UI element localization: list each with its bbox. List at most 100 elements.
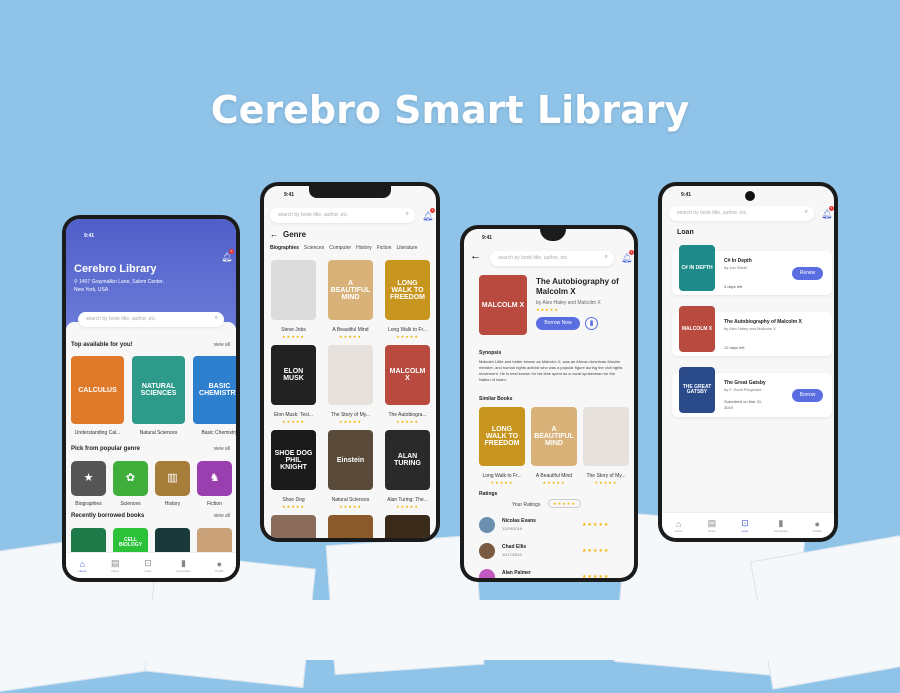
genre-label[interactable]: History <box>151 501 194 507</box>
book-cover: MALCOLM X <box>679 306 715 352</box>
book-title[interactable]: Steve Jobs <box>267 327 320 333</box>
search-input[interactable]: search by book title, author, etc. ⌕ <box>78 312 224 327</box>
view-all-link[interactable]: view all <box>214 446 230 452</box>
book-cover[interactable]: SHOE DOG PHIL KNIGHT <box>271 430 316 490</box>
phone-book-detail: 9:41 ← search by book title, author, etc… <box>460 225 638 582</box>
book-title[interactable]: Shoe Dog <box>267 497 320 503</box>
tab-literature[interactable]: Literature <box>396 245 417 251</box>
borrow-now-button[interactable]: Borrow Now <box>536 317 580 330</box>
book-title[interactable]: Alan Turing: The... <box>381 497 434 503</box>
book-title[interactable]: Elon Musk: Tesl... <box>267 412 320 418</box>
search-input[interactable]: search by book title, author, etc. ⌕ <box>490 251 614 266</box>
search-input[interactable]: search by book title, author, etc. ⌕ <box>669 206 814 221</box>
book-cover[interactable]: A BEAUTIFUL MIND <box>328 260 373 320</box>
book-title[interactable]: Natural Sciences <box>324 497 377 503</box>
borrow-button[interactable]: Borrow <box>792 389 823 402</box>
rating-stars: ★★★★★ <box>396 504 419 509</box>
notification-bell-icon[interactable]: 🔔︎ 1 <box>821 206 834 219</box>
tab-computer[interactable]: Computer <box>329 245 351 251</box>
nav-home[interactable]: ⌂ Home <box>675 519 683 533</box>
reviewer-name: Nicolas Evans <box>502 518 536 524</box>
book-cover[interactable]: MALCOLM X <box>385 345 430 405</box>
rating-stars: ★★★★★ <box>594 480 618 485</box>
status-time: 9:41 <box>84 233 95 239</box>
book-title[interactable]: The Story of My... <box>324 412 377 418</box>
book-title[interactable]: A Beautiful Mind <box>527 473 581 479</box>
tab-biographies[interactable]: Biographies <box>270 245 299 251</box>
book-cover[interactable] <box>271 515 316 538</box>
back-arrow-icon[interactable]: ← <box>270 230 278 239</box>
bookmark-icon[interactable]: ▮ <box>585 317 598 330</box>
book-title[interactable]: Basic Chemistry <box>189 430 236 436</box>
notification-bell-icon[interactable]: 🔔︎ 1 <box>422 208 435 221</box>
tab-sciences[interactable]: Sciences <box>304 245 324 251</box>
loan-card[interactable]: THE GREAT GATSBY The Great Gatsby by F. Sc… <box>672 367 832 417</box>
profile-icon: ● <box>814 518 820 529</box>
book-cover[interactable]: Einstein <box>328 430 373 490</box>
your-ratings-stars[interactable]: ★★★★★ <box>548 499 581 508</box>
book-cover[interactable]: LEONARDO <box>385 515 430 538</box>
book-title[interactable]: The Autobiogra... <box>381 412 434 418</box>
book-cover[interactable]: A BEAUTIFUL MIND <box>531 407 577 466</box>
notch <box>540 229 566 241</box>
book-title[interactable]: Natural Sciences <box>128 430 189 436</box>
search-input[interactable]: search by book title, author, etc. ⌕ <box>270 208 415 223</box>
loan-card[interactable]: C# IN DEPTH C# In Depth by Jon Skeet 3 days… <box>672 245 832 295</box>
book-title[interactable]: A Beautiful Mind <box>324 327 377 333</box>
book-cover[interactable]: LONG WALK TO FREEDOM <box>385 260 430 320</box>
tab-fiction[interactable]: Fiction <box>377 245 392 251</box>
nav-news[interactable]: ▤ News <box>708 518 717 533</box>
book-cover[interactable] <box>583 407 629 466</box>
view-all-link[interactable]: view all <box>214 342 230 348</box>
rating-stars: ★★★★★ <box>339 334 362 339</box>
genre-icon-sciences[interactable]: ✿ <box>113 461 148 496</box>
back-arrow-icon[interactable]: ← <box>470 250 481 262</box>
bottom-nav: ⌂ Home ▤ News ⊡ Loan ▮ Favourites ● Profile <box>66 552 236 578</box>
book-title: The Autobiography of Malcolm X <box>536 277 619 297</box>
nav-favourites[interactable]: ▮ Favourites <box>774 518 788 533</box>
book-cover: C# IN DEPTH <box>679 245 715 291</box>
nav-home[interactable]: ⌂ Home <box>78 559 86 573</box>
nav-news[interactable]: ▤ News <box>111 558 120 573</box>
reviewer-name: Chad Ellis <box>502 544 527 550</box>
book-cover[interactable] <box>328 515 373 538</box>
genre-icon-history[interactable]: ▥ <box>155 461 190 496</box>
book-cover[interactable]: CALCULUS <box>71 356 124 424</box>
nav-loan[interactable]: ⊡ Loan <box>144 558 152 573</box>
loan-card[interactable]: MALCOLM X The Autobiography of Malcolm Xb… <box>672 306 832 356</box>
genre-label[interactable]: Biographies <box>67 501 110 507</box>
book-cover[interactable] <box>328 345 373 405</box>
book-cover[interactable]: NATURAL SCIENCES <box>132 356 185 424</box>
book-cover[interactable]: ALAN TURING <box>385 430 430 490</box>
book-title[interactable]: Long Walk to Fr... <box>381 327 434 333</box>
news-icon: ▤ <box>707 518 717 528</box>
nav-profile[interactable]: ● Profile <box>215 559 224 573</box>
loan-book-title: The Great Gatsby <box>724 380 766 386</box>
book-cover[interactable]: LONG WALK TO FREEDOM <box>479 407 525 466</box>
genre-label[interactable]: Sciences <box>109 501 152 507</box>
nav-favourites[interactable]: ▮ Favourites <box>176 558 190 573</box>
nav-label: Home <box>674 528 683 533</box>
status-time: 9:41 <box>284 192 295 198</box>
book-cover[interactable]: BASIC CHEMISTRY <box>193 356 236 424</box>
book-title[interactable]: Understanding Cal... <box>67 430 128 436</box>
genre-icon-fiction[interactable]: ♞ <box>197 461 232 496</box>
view-all-link[interactable]: view all <box>214 513 230 519</box>
book-cover[interactable]: ELON MUSK <box>271 345 316 405</box>
book-title[interactable]: The Story of My... <box>579 473 633 479</box>
genre-icon-biographies[interactable]: ★ <box>71 461 106 496</box>
renew-button[interactable]: Renew <box>792 267 823 280</box>
notification-bell-icon[interactable]: 🔔︎ 1 <box>221 249 234 262</box>
book-title[interactable]: Long Walk to Fr... <box>475 473 529 479</box>
phone-genre: 9:41 search by book title, author, etc. ⌕… <box>260 182 440 542</box>
nav-profile[interactable]: ● Profile <box>813 519 822 533</box>
section-top-available: Top available for you! <box>71 342 133 348</box>
book-cover[interactable] <box>271 260 316 320</box>
loan-status: Submitted on Mar 21, 2019 <box>724 399 763 410</box>
nav-loan[interactable]: ⊡ Loan <box>741 518 749 533</box>
loan-book-author: by Alex Haley and Malcolm X <box>724 326 776 331</box>
notification-bell-icon[interactable]: 🔔︎ 1 <box>621 250 634 263</box>
rating-stars: ★★★★★ <box>282 334 305 339</box>
genre-label[interactable]: Fiction <box>193 501 236 507</box>
tab-history[interactable]: History <box>356 245 372 251</box>
